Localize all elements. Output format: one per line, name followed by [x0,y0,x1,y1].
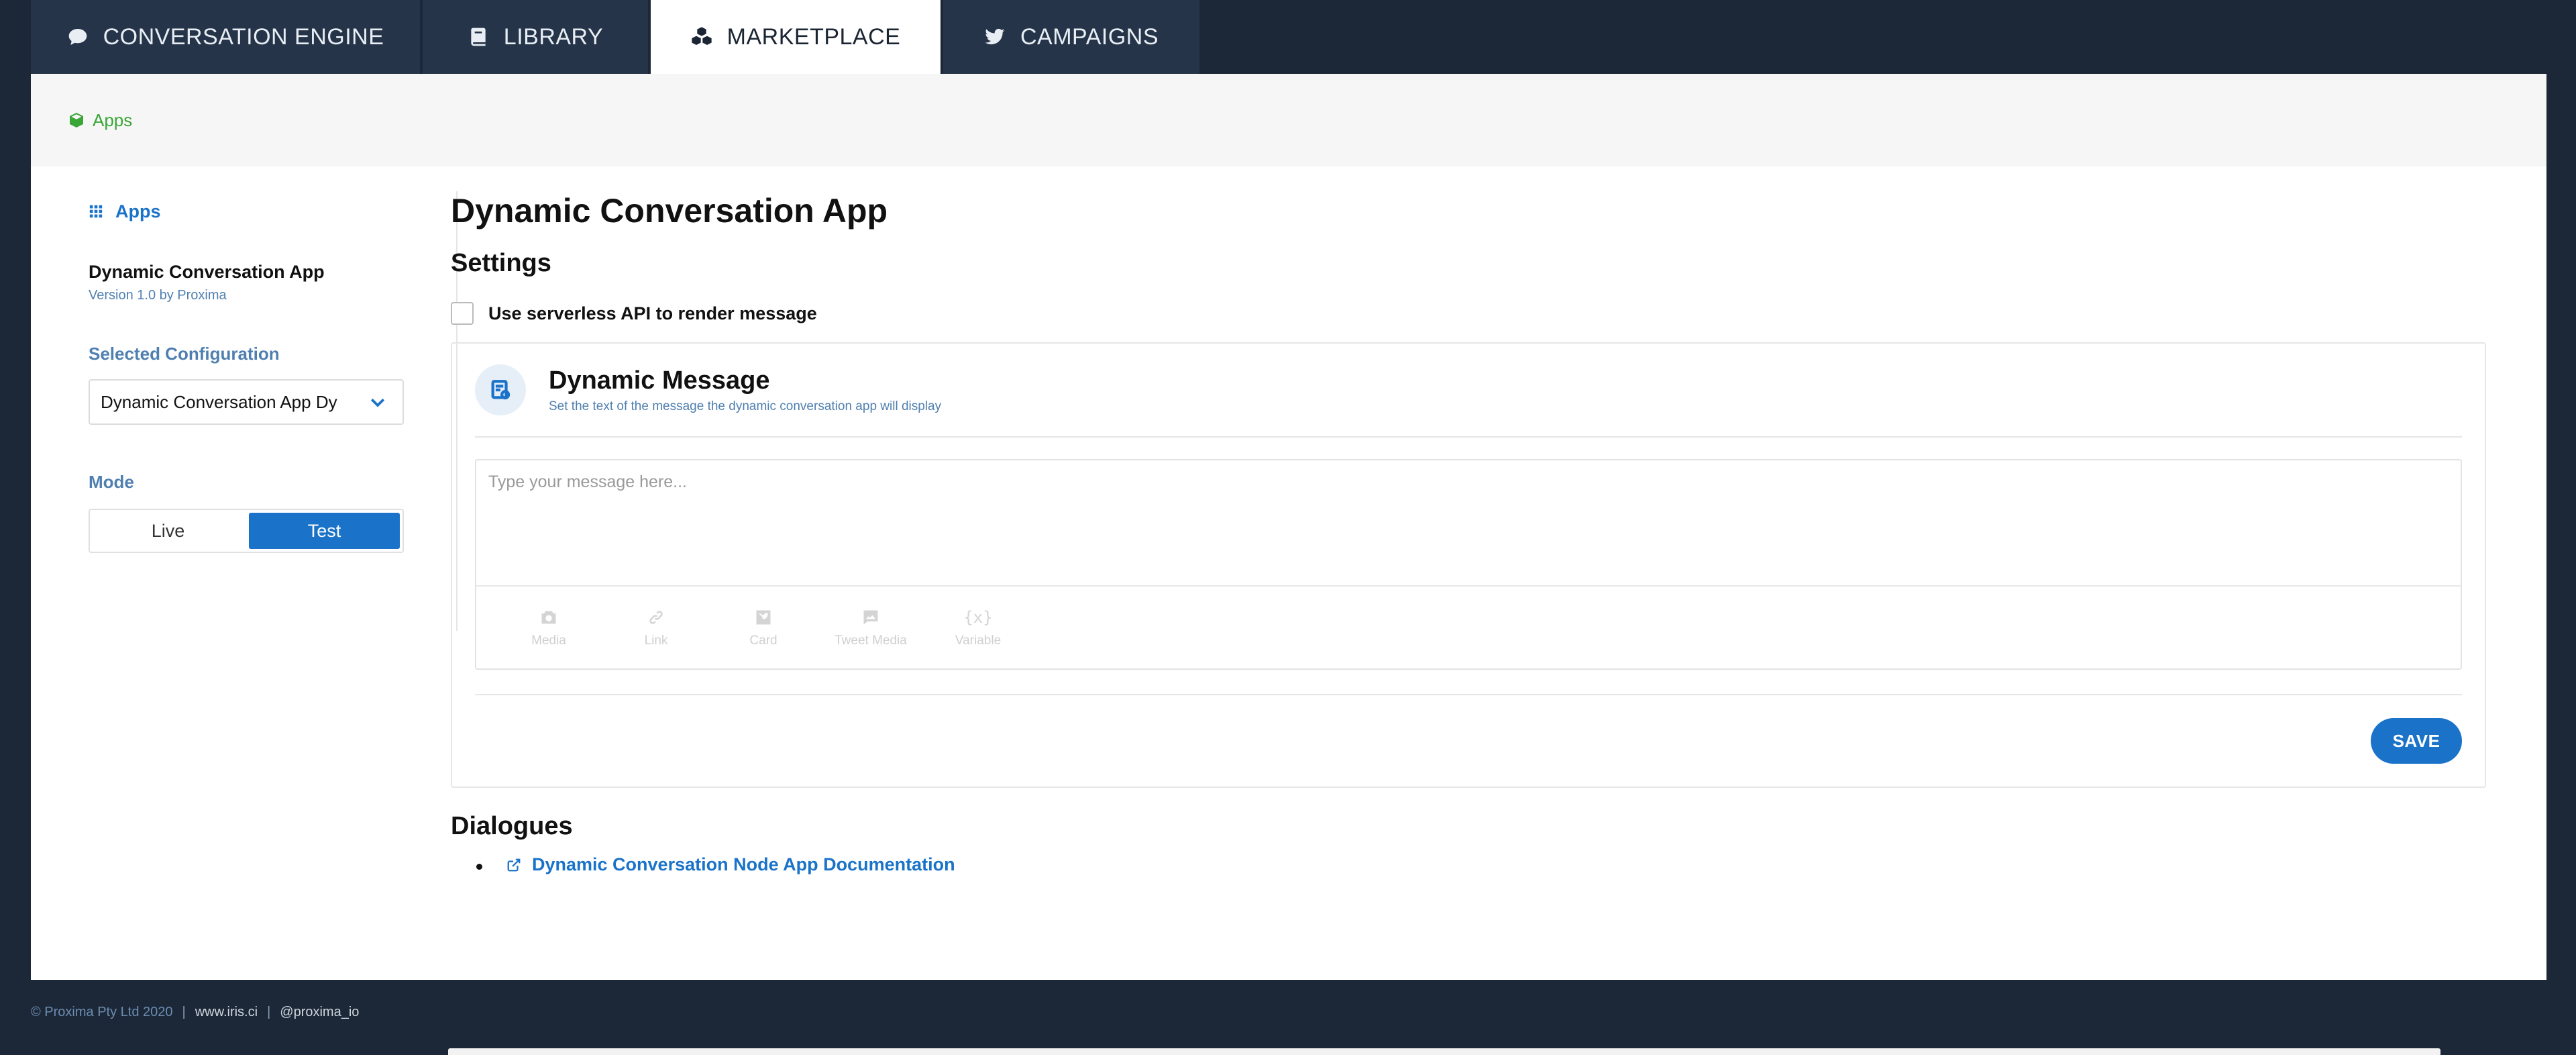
documentation-link-label: Dynamic Conversation Node App Documentat… [532,854,955,874]
mode-toggle: Live Test [89,509,404,553]
footer-separator: | [182,1005,186,1019]
save-button[interactable]: SAVE [2371,718,2462,764]
app-name: Dynamic Conversation App [89,262,325,282]
dialogues-heading: Dialogues [451,812,573,840]
tool-label: Tweet Media [835,634,907,648]
serverless-checkbox-label[interactable]: Use serverless API to render message [488,303,817,324]
documentation-link[interactable]: Dynamic Conversation Node App Documentat… [506,854,955,875]
breadcrumb-apps-link[interactable]: Apps [93,110,132,131]
list-item: Dynamic Conversation Node App Documentat… [451,854,2489,875]
mode-label: Mode [89,472,134,492]
tab-campaigns[interactable]: CAMPAIGNS [943,0,1199,74]
tab-conversation-engine[interactable]: CONVERSATION ENGINE [31,0,420,74]
footer-copyright: © Proxima Pty Ltd 2020 [31,1005,173,1019]
app-content: Dynamic Conversation App Settings Use se… [451,191,2489,875]
sidebar-apps-label: Apps [115,201,161,221]
tool-label: Media [531,634,566,648]
link-tool[interactable]: Link [602,587,710,670]
image-message-icon [863,610,878,625]
tool-label: Link [644,634,668,648]
footer-handle-link[interactable]: @proxima_io [280,1005,359,1020]
tab-label: LIBRARY [503,23,604,50]
sidebar-apps-link[interactable]: Apps [89,191,456,232]
variable-icon: {x} [963,608,993,627]
editor-toolbar: Media Link Card Tweet Media {x} Variable [476,587,2461,670]
chevron-down-icon [370,398,385,407]
cube-icon [70,113,83,128]
card-header: Dynamic Message Set the text of the mess… [475,344,2462,438]
app-version: Version 1.0 by Proxima [89,288,227,303]
tab-label: MARKETPLACE [727,23,901,50]
main-panel: Apps Apps Dynamic Conversation App Versi… [31,74,2546,980]
camera-icon [541,611,556,624]
tweet-media-tool[interactable]: Tweet Media [817,587,924,670]
tab-label: CONVERSATION ENGINE [103,23,384,50]
footer-separator: | [267,1005,271,1019]
tool-label: Variable [955,634,1002,648]
settings-heading: Settings [451,249,551,277]
variable-tool[interactable]: {x} Variable [924,587,1032,670]
footer-site-link[interactable]: www.iris.ci [195,1005,258,1020]
tab-library[interactable]: LIBRARY [423,0,648,74]
breadcrumb: Apps [31,74,2546,166]
card-subtitle: Set the text of the message the dynamic … [549,399,942,413]
dynamic-message-card: Dynamic Message Set the text of the mess… [451,342,2486,788]
footer: © Proxima Pty Ltd 2020 | www.iris.ci | @… [31,1005,359,1020]
message-input[interactable]: Type your message here... [476,460,2461,587]
twitter-card-icon [756,610,771,625]
serverless-option: Use serverless API to render message [451,302,2489,325]
serverless-checkbox[interactable] [451,302,474,325]
external-link-icon [507,858,521,871]
grid-icon [89,205,103,218]
card-divider [475,694,2462,695]
tab-marketplace[interactable]: MARKETPLACE [651,0,941,74]
tool-label: Card [749,634,777,648]
config-label: Selected Configuration [89,344,280,364]
config-select-value: Dynamic Conversation App Dy [101,391,337,412]
bullet [476,864,482,870]
card-title: Dynamic Message [549,366,770,395]
card-tool[interactable]: Card [710,587,817,670]
message-settings-icon [475,364,526,415]
twitter-icon [985,28,1005,45]
app-sidebar: Apps Dynamic Conversation App Version 1.… [89,191,458,631]
bottom-strip [448,1048,2440,1055]
mode-live-button[interactable]: Live [93,513,244,549]
link-icon [649,611,663,624]
book-icon [471,28,486,46]
mode-test-button[interactable]: Test [249,513,400,549]
top-tab-bar: CONVERSATION ENGINE LIBRARY MARKETPLACE … [31,0,1202,74]
chat-bubble-icon [68,29,87,45]
page-title: Dynamic Conversation App [451,192,888,230]
tab-label: CAMPAIGNS [1020,23,1159,50]
config-select[interactable]: Dynamic Conversation App Dy [89,379,404,425]
media-tool[interactable]: Media [495,587,602,670]
message-editor: Type your message here... Media Link Car… [475,459,2462,670]
cubes-icon [691,27,712,45]
